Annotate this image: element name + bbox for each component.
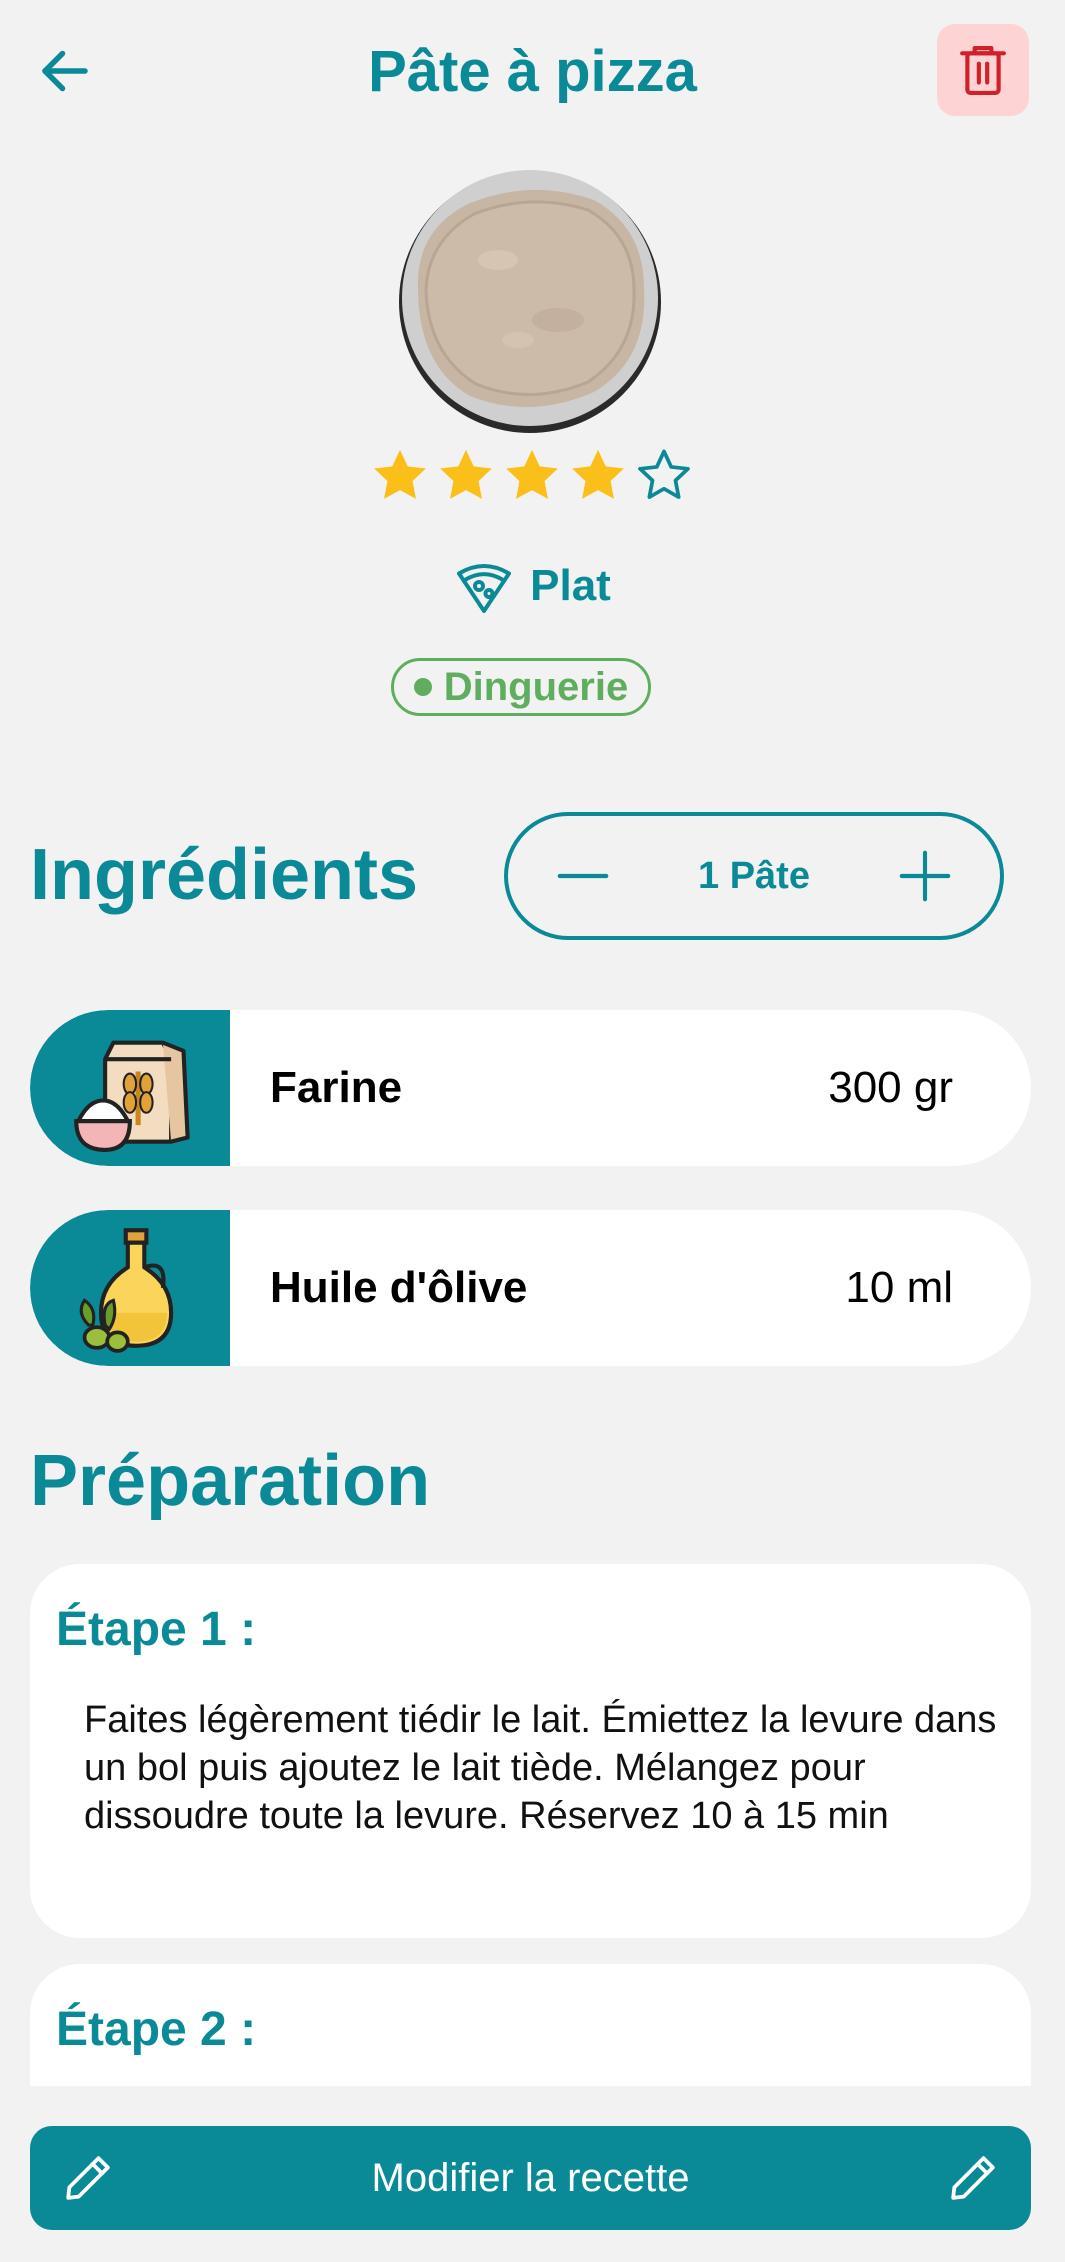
trash-icon: [960, 46, 1006, 95]
ingredients-title: Ingrédients: [30, 835, 419, 915]
category-label: Plat: [530, 561, 611, 610]
step-title: Étape 2 :: [56, 2003, 257, 2056]
app-header: Pâte à pizza: [0, 0, 1065, 140]
edit-recipe-label: Modifier la recette: [371, 2155, 690, 2200]
delete-button[interactable]: [937, 24, 1029, 116]
decrease-servings-button[interactable]: [548, 841, 618, 911]
servings-stepper: 1 Pâte: [504, 812, 1004, 940]
step-card: Étape 1 : Faites légèrement tiédir le la…: [30, 1564, 1031, 1938]
ingredient-quantity: 10 ml: [845, 1263, 953, 1312]
star-filled-icon[interactable]: [500, 444, 564, 508]
pencil-icon: [951, 2156, 995, 2200]
preparation-title: Préparation: [30, 1441, 431, 1521]
tag-label: Dinguerie: [443, 664, 629, 709]
star-filled-icon[interactable]: [368, 444, 432, 508]
recipe-photo: [398, 170, 662, 434]
minus-icon: [557, 873, 609, 879]
recipe-category: Plat: [0, 556, 1065, 616]
ingredient-name: Farine: [270, 1063, 403, 1112]
olive-oil-icon: [79, 1228, 174, 1353]
ingredient-name: Huile d'ôlive: [270, 1263, 528, 1312]
step-title: Étape 1 :: [56, 1603, 257, 1656]
pencil-icon: [66, 2156, 110, 2200]
servings-value: 1 Pâte: [698, 854, 810, 897]
ingredient-item[interactable]: Huile d'ôlive 10 ml: [30, 1210, 1031, 1366]
step-text: Faites légèrement tiédir le lait. Émiett…: [84, 1699, 997, 1837]
pizza-slice-icon: [457, 564, 512, 613]
tag-dot-icon: [413, 678, 432, 696]
recipe-tag[interactable]: Dinguerie: [391, 658, 651, 716]
flour-bag-icon: [74, 1040, 190, 1152]
star-filled-icon[interactable]: [434, 444, 498, 508]
increase-servings-button[interactable]: [890, 841, 960, 911]
edit-recipe-button[interactable]: Modifier la recette: [30, 2126, 1031, 2230]
ingredient-item[interactable]: Farine 300 gr: [30, 1010, 1031, 1166]
ingredient-quantity: 300 gr: [828, 1063, 953, 1112]
rating-stars[interactable]: [368, 444, 696, 514]
plus-icon: [899, 850, 951, 902]
page-title: Pâte à pizza: [368, 39, 697, 104]
star-filled-icon[interactable]: [566, 444, 630, 508]
star-empty-icon[interactable]: [632, 444, 696, 508]
